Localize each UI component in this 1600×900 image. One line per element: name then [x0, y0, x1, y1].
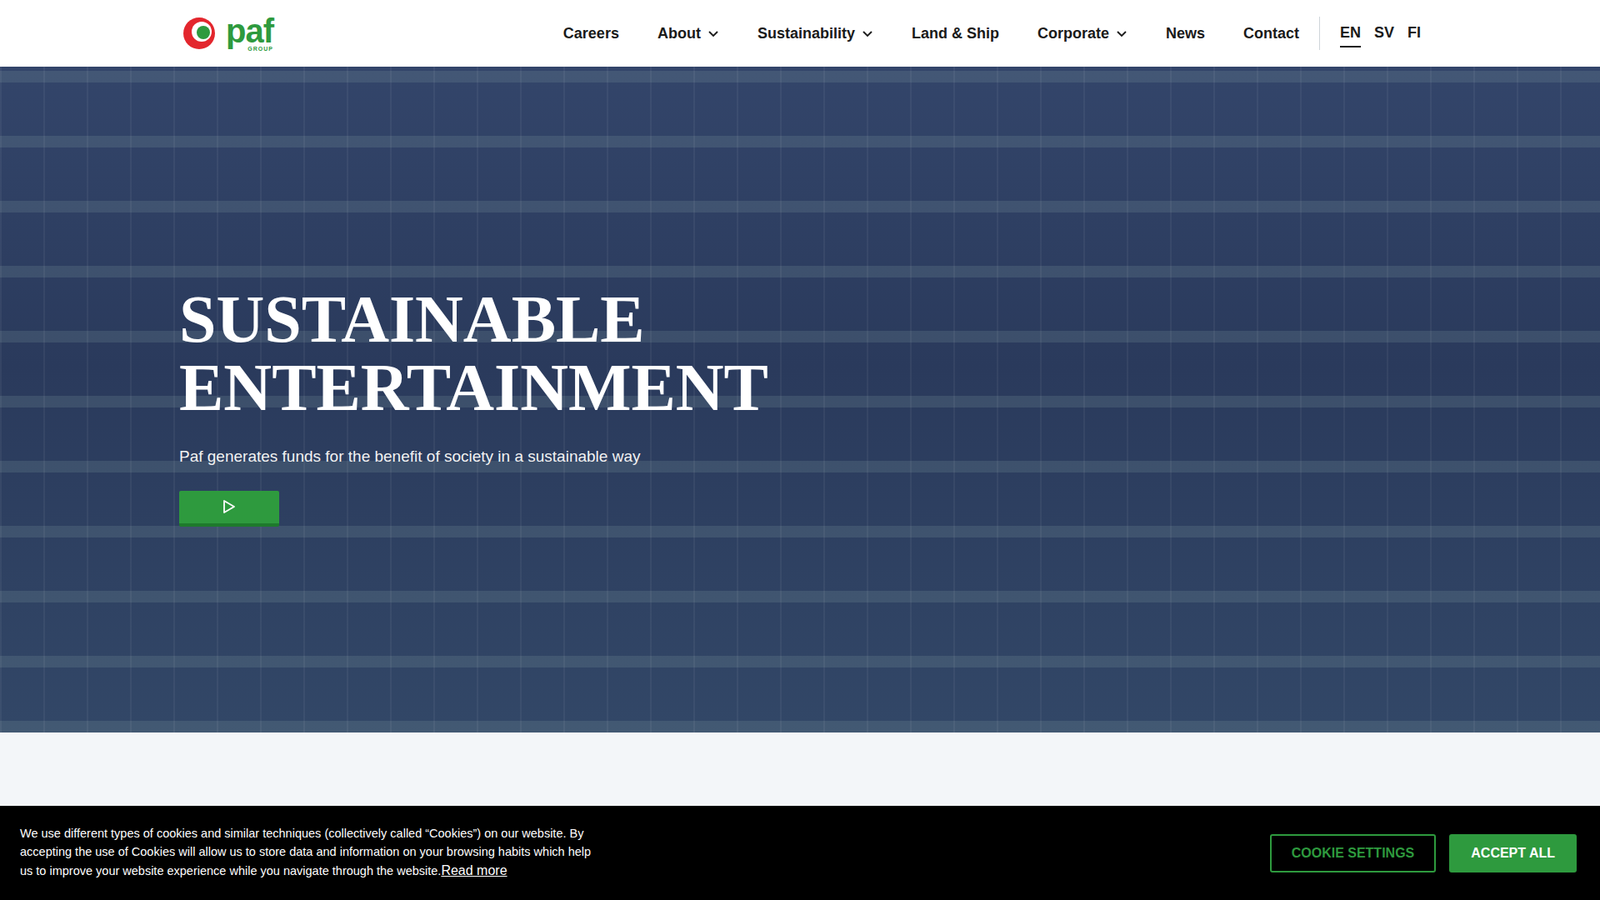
nav-label: Land & Ship	[911, 22, 1000, 45]
nav-item[interactable]: Careers	[563, 22, 620, 45]
logo-text: paf	[225, 15, 274, 46]
nav-item[interactable]: Corporate	[1037, 22, 1128, 45]
main-nav: Careers About Sustainability Land & Ship Cor…	[563, 22, 1300, 45]
top-bar: paf GROUP Careers About Sustainability Land…	[0, 0, 1600, 67]
nav-label: Careers	[563, 22, 620, 45]
nav-label: Corporate	[1037, 22, 1110, 45]
hero-title: SUSTAINABLEENTERTAINMENT	[179, 285, 1421, 422]
read-more-link[interactable]: Read more	[440, 863, 507, 878]
play-button[interactable]	[179, 490, 280, 527]
play-icon	[222, 499, 236, 515]
hero-title-line: SUSTAINABLE	[179, 285, 1421, 355]
nav-label: Contact	[1243, 22, 1300, 45]
language-switcher: EN SV FI	[1340, 20, 1421, 48]
hero-title-line: ENTERTAINMENT	[179, 354, 1421, 423]
language-option[interactable]: SV	[1374, 20, 1395, 48]
language-option[interactable]: FI	[1407, 20, 1421, 48]
logo-icon	[179, 15, 223, 52]
nav-item[interactable]: Land & Ship	[911, 22, 1000, 45]
hero: SUSTAINABLEENTERTAINMENT Paf generates f…	[0, 66, 1600, 733]
logo-sub: GROUP	[247, 45, 274, 52]
chevron-down-icon	[1115, 27, 1128, 40]
logo[interactable]: paf GROUP	[179, 15, 274, 52]
chevron-down-icon	[861, 27, 874, 40]
nav-label: News	[1165, 22, 1205, 45]
nav-item[interactable]: Contact	[1243, 22, 1300, 45]
nav-label: About	[657, 22, 701, 45]
nav-item[interactable]: Sustainability	[757, 22, 874, 45]
nav-item[interactable]: About	[657, 22, 720, 45]
chevron-down-icon	[707, 27, 720, 40]
accept-all-button[interactable]: ACCEPT ALL	[1449, 834, 1577, 873]
hero-subtitle: Paf generates funds for the benefit of s…	[179, 445, 1421, 470]
nav-item[interactable]: News	[1165, 22, 1205, 45]
nav-label: Sustainability	[757, 22, 855, 45]
cookie-banner: We use different types of cookies and si…	[0, 805, 1600, 900]
language-option[interactable]: EN	[1340, 20, 1361, 48]
cookie-settings-button[interactable]: COOKIE SETTINGS	[1270, 834, 1437, 873]
